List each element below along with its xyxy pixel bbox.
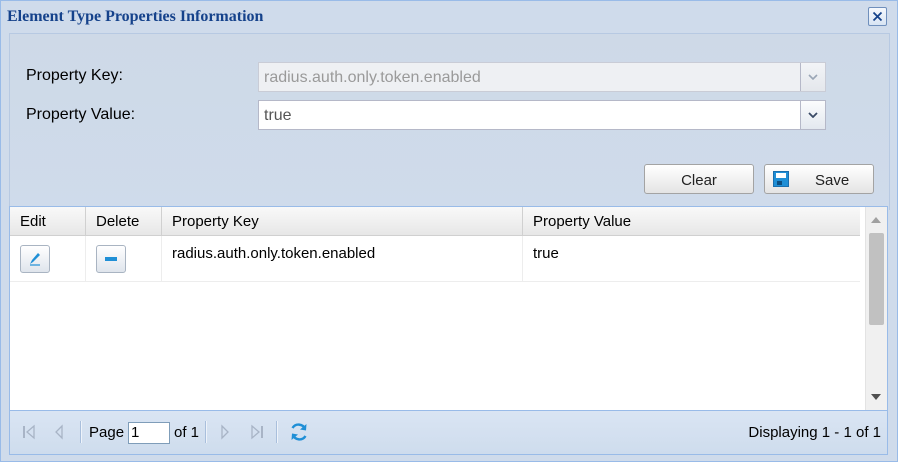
- save-disk-icon: [773, 171, 789, 187]
- property-value-value[interactable]: true: [264, 107, 292, 125]
- column-header-property-key[interactable]: Property Key: [162, 207, 523, 235]
- delete-cell: [86, 236, 162, 281]
- grid-vertical-scrollbar[interactable]: [865, 207, 887, 410]
- pencil-icon: [30, 253, 40, 266]
- next-page-icon[interactable]: [220, 424, 230, 440]
- scroll-up-arrow-icon[interactable]: [871, 217, 881, 223]
- clear-button-label: Clear: [681, 172, 717, 189]
- properties-grid: Edit Delete Property Key Property Value: [9, 206, 888, 411]
- page-label: Page: [89, 424, 125, 441]
- dialog-title: Element Type Properties Information: [7, 8, 264, 25]
- delete-button[interactable]: [96, 245, 126, 273]
- edit-cell: [10, 236, 86, 281]
- save-button[interactable]: Save: [764, 164, 874, 194]
- property-form: Property Key: radius.auth.only.token.ena…: [9, 33, 890, 210]
- property-value-combo[interactable]: true: [258, 100, 826, 130]
- properties-dialog: Element Type Properties Information Prop…: [0, 0, 898, 462]
- page-count-label: of 1: [174, 424, 200, 441]
- property-key-label: Property Key:: [26, 67, 123, 84]
- dialog-titlebar: Element Type Properties Information: [1, 1, 897, 33]
- refresh-icon[interactable]: [288, 421, 310, 443]
- property-key-cell: radius.auth.only.token.enabled: [162, 236, 523, 281]
- scroll-thumb[interactable]: [869, 233, 884, 325]
- page-number-input[interactable]: 1: [128, 422, 170, 444]
- pager-separator: [276, 421, 278, 443]
- property-key-dropdown-trigger: [800, 63, 825, 91]
- edit-button[interactable]: [20, 245, 50, 273]
- property-value-dropdown-trigger[interactable]: [800, 101, 825, 129]
- grid-header: Edit Delete Property Key Property Value: [10, 207, 860, 236]
- close-button[interactable]: [868, 7, 887, 26]
- pager-separator: [205, 421, 207, 443]
- column-header-edit[interactable]: Edit: [10, 207, 86, 235]
- property-value-label: Property Value:: [26, 106, 136, 123]
- column-header-delete[interactable]: Delete: [86, 207, 162, 235]
- property-key-combo: radius.auth.only.token.enabled: [258, 62, 826, 92]
- save-button-label: Save: [815, 172, 850, 189]
- paging-toolbar: Page 1 of 1 Displaying 1 - 1 of 1: [9, 411, 888, 455]
- pager-separator: [80, 421, 82, 443]
- chevron-down-icon: [808, 112, 818, 118]
- chevron-down-icon: [808, 74, 818, 80]
- first-page-icon[interactable]: [22, 424, 36, 440]
- column-header-property-value[interactable]: Property Value: [523, 207, 860, 235]
- table-row[interactable]: radius.auth.only.token.enabled true: [10, 236, 860, 282]
- previous-page-icon[interactable]: [54, 424, 64, 440]
- close-icon: [872, 11, 883, 22]
- last-page-icon[interactable]: [250, 424, 264, 440]
- property-value-cell: true: [533, 245, 559, 262]
- minus-icon: [105, 257, 117, 261]
- property-key-value: radius.auth.only.token.enabled: [264, 69, 481, 86]
- clear-button[interactable]: Clear: [644, 164, 754, 194]
- scroll-down-arrow-icon[interactable]: [871, 394, 881, 400]
- displaying-count: Displaying 1 - 1 of 1: [748, 424, 881, 441]
